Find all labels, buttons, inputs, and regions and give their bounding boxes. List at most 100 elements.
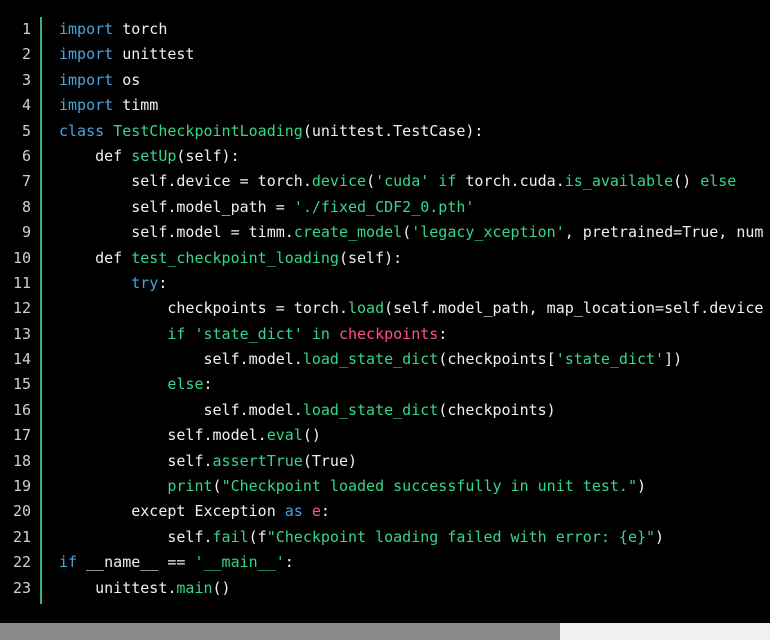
code-token: : bbox=[284, 553, 294, 572]
code-token: setUp bbox=[131, 146, 177, 165]
code-token: checkpoints = torch. bbox=[59, 299, 348, 318]
code-line: self.assertTrue(True) bbox=[59, 449, 770, 474]
code-token: (self): bbox=[338, 248, 403, 267]
code-token: (checkpoints) bbox=[438, 400, 556, 419]
code-token: ( bbox=[212, 477, 222, 496]
code-token: fail bbox=[212, 527, 249, 546]
code-token: torch bbox=[113, 20, 168, 38]
gutter-divider bbox=[40, 17, 42, 604]
code-token: except Exception bbox=[59, 502, 285, 521]
code-token: in bbox=[311, 324, 330, 343]
code-token: './fixed_CDF2_0.pth' bbox=[293, 197, 475, 216]
code-token: def bbox=[95, 146, 123, 165]
code-line: self.model.load_state_dict(checkpoints['… bbox=[59, 347, 770, 372]
code-line: import unittest bbox=[59, 42, 770, 67]
line-number: 20 bbox=[12, 502, 31, 521]
line-number: 19 bbox=[12, 477, 31, 496]
horizontal-scrollbar[interactable] bbox=[0, 623, 770, 640]
code-line: self.device = torch.device('cuda' if tor… bbox=[59, 169, 770, 194]
code-token: (checkpoints[ bbox=[438, 350, 556, 369]
code-token: timm bbox=[113, 96, 159, 115]
code-token: device bbox=[311, 172, 367, 191]
code-token: import bbox=[59, 20, 114, 38]
line-number: 8 bbox=[21, 197, 31, 216]
code-token: print bbox=[167, 477, 213, 496]
code-token: (True) bbox=[302, 451, 358, 470]
line-number: 11 bbox=[12, 273, 31, 292]
line-number: 15 bbox=[12, 375, 31, 394]
code-token: unittest bbox=[113, 45, 195, 64]
code-token: if bbox=[167, 324, 186, 343]
code-token: : bbox=[203, 375, 213, 394]
code-line: import os bbox=[59, 68, 770, 93]
code-token: : bbox=[438, 324, 448, 343]
code-token: class bbox=[59, 121, 105, 140]
code-token: load_state_dict bbox=[302, 400, 439, 419]
line-number: 9 bbox=[21, 223, 31, 242]
code-token: else bbox=[167, 375, 204, 394]
code-token: () bbox=[212, 578, 231, 597]
line-number: 5 bbox=[21, 121, 31, 140]
code-token: self.model_path = bbox=[59, 197, 294, 216]
line-number: 23 bbox=[12, 578, 31, 597]
line-number: 16 bbox=[12, 400, 31, 419]
code-token: (self.model_path, map_location=self.devi… bbox=[384, 299, 764, 318]
code-token: main bbox=[176, 578, 213, 597]
line-number: 12 bbox=[12, 299, 31, 318]
code-token: import bbox=[59, 45, 114, 64]
code-line: except Exception as e: bbox=[59, 499, 770, 524]
code-line: else: bbox=[59, 372, 770, 397]
line-number: 3 bbox=[21, 70, 31, 89]
line-number: 1 bbox=[21, 20, 31, 38]
code-token: self.model. bbox=[59, 350, 303, 369]
code-token: ) bbox=[655, 527, 665, 546]
line-number: 14 bbox=[12, 350, 31, 369]
line-number: 21 bbox=[12, 527, 31, 546]
code-line: def setUp(self): bbox=[59, 144, 770, 169]
code-token: import bbox=[59, 96, 114, 115]
code-token: 'cuda' bbox=[375, 172, 430, 191]
code-token: as bbox=[284, 502, 303, 521]
line-number: 18 bbox=[12, 451, 31, 470]
code-token: self. bbox=[59, 527, 213, 546]
code-line: print("Checkpoint loaded successfully in… bbox=[59, 474, 770, 499]
code-token: eval bbox=[266, 426, 303, 445]
code-token: : bbox=[320, 502, 330, 521]
code-line: import timm bbox=[59, 93, 770, 118]
code-token: self.model. bbox=[59, 426, 267, 445]
code-token: assertTrue bbox=[212, 451, 303, 470]
code-line: self.model = timm.create_model('legacy_x… bbox=[59, 220, 770, 245]
code-token: 'state_dict' bbox=[194, 324, 303, 343]
line-number: 13 bbox=[12, 324, 31, 343]
code-token: else bbox=[700, 172, 737, 191]
scrollbar-thumb[interactable] bbox=[0, 623, 560, 640]
code-token: torch.cuda. bbox=[456, 172, 565, 191]
code-token: checkpoints bbox=[338, 324, 439, 343]
code-line: checkpoints = torch.load(self.model_path… bbox=[59, 296, 770, 321]
code-token: self.model. bbox=[59, 400, 303, 419]
code-line: unittest.main() bbox=[59, 576, 770, 601]
code-token: try bbox=[131, 273, 159, 292]
code-area[interactable]: import torch import unittest import os impo… bbox=[59, 17, 770, 601]
line-number: 2 bbox=[21, 45, 31, 64]
code-token: () bbox=[302, 426, 321, 445]
code-token: if bbox=[438, 172, 457, 191]
code-line: import torch bbox=[59, 17, 770, 42]
code-line: self.model.load_state_dict(checkpoints) bbox=[59, 398, 770, 423]
code-line: self.fail(f"Checkpoint loading failed wi… bbox=[59, 525, 770, 550]
code-token: '__main__' bbox=[194, 553, 285, 572]
code-token: ( bbox=[402, 223, 412, 242]
code-token: self. bbox=[59, 451, 213, 470]
code-token: self.model = timm. bbox=[59, 223, 294, 242]
code-token: os bbox=[113, 70, 141, 89]
code-token: "Checkpoint loaded successfully in unit … bbox=[221, 477, 637, 496]
code-token: (f bbox=[248, 527, 267, 546]
line-number: 10 bbox=[12, 248, 31, 267]
